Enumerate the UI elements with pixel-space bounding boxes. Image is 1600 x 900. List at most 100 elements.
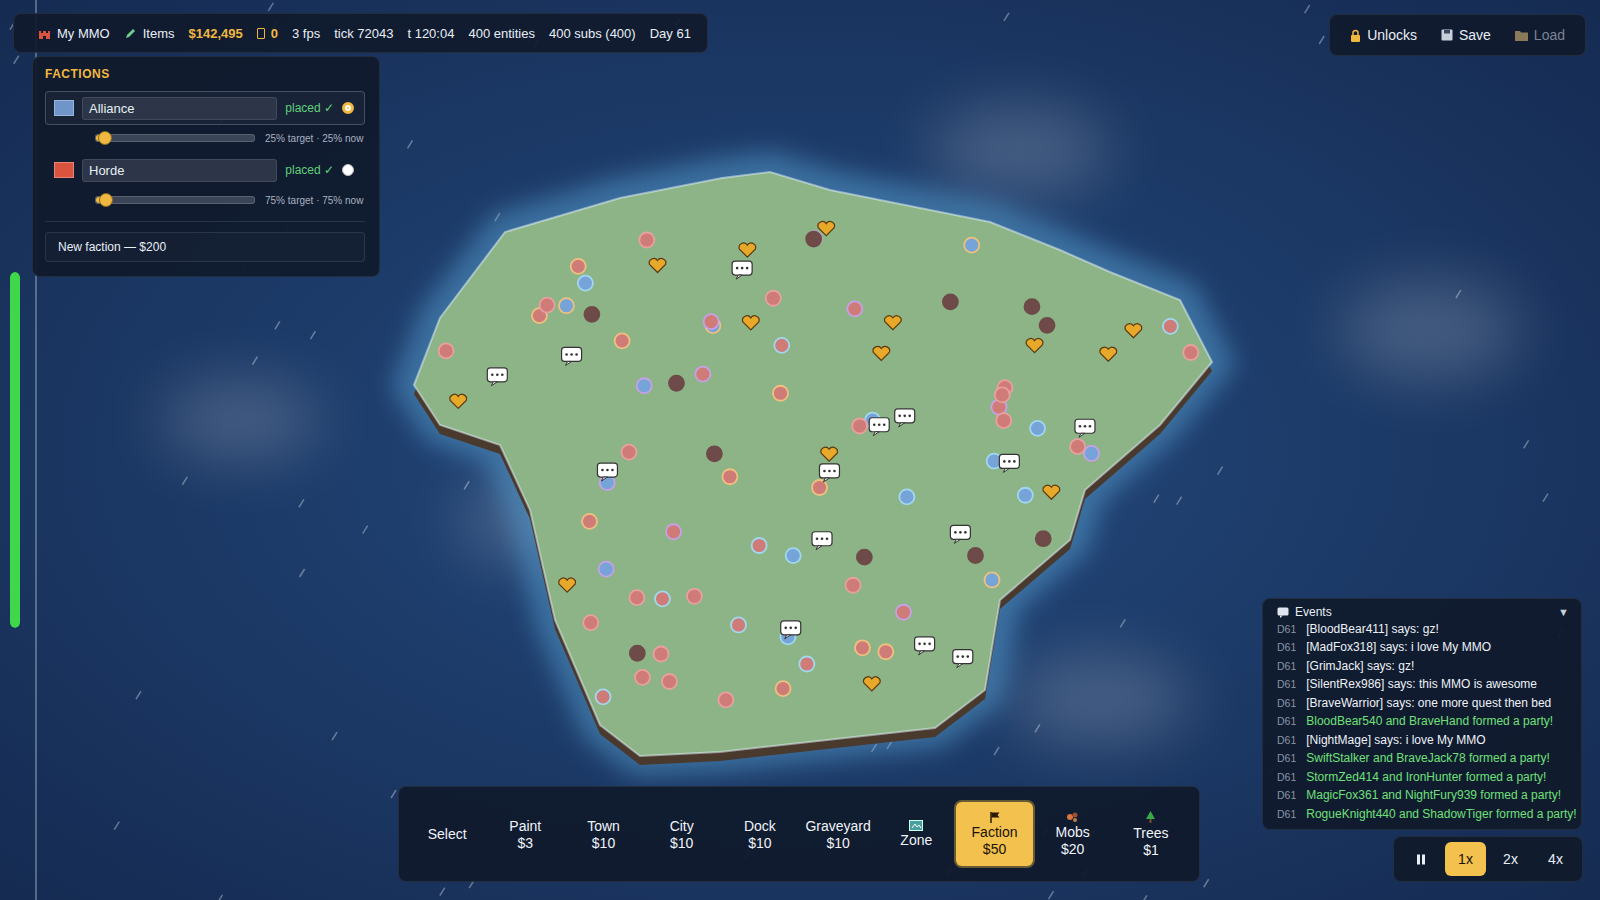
player-marker[interactable] — [964, 238, 979, 253]
player-marker[interactable] — [766, 291, 781, 306]
player-marker[interactable] — [799, 656, 814, 671]
faction-name-field[interactable]: Alliance — [82, 97, 277, 120]
tool-button[interactable]: Zone — [878, 802, 954, 866]
player-marker[interactable] — [571, 259, 586, 274]
player-marker[interactable] — [582, 514, 597, 529]
tool-button[interactable]: Mobs $20 — [1035, 802, 1111, 866]
player-marker[interactable] — [896, 605, 911, 620]
tool-button[interactable]: Faction $50 — [956, 802, 1032, 866]
player-marker[interactable] — [878, 644, 893, 659]
faction-slider[interactable] — [95, 196, 255, 204]
action-button[interactable]: Load — [1505, 21, 1575, 49]
player-marker[interactable] — [615, 333, 630, 348]
chat-bubble-icon — [950, 525, 970, 543]
mobs-icon — [1066, 811, 1079, 823]
action-button[interactable]: Save — [1431, 21, 1501, 49]
player-marker[interactable] — [774, 338, 789, 353]
player-marker[interactable] — [584, 307, 599, 322]
player-marker[interactable] — [773, 386, 788, 401]
player-marker[interactable] — [731, 617, 746, 632]
player-marker[interactable] — [635, 670, 650, 685]
player-marker[interactable] — [695, 367, 710, 382]
tool-button[interactable]: Dock $10 — [722, 802, 798, 866]
collapse-toggle[interactable]: ▼ — [1558, 606, 1569, 618]
speed-button[interactable]: 1x — [1445, 842, 1486, 876]
island[interactable] — [414, 172, 1212, 756]
player-marker[interactable] — [439, 343, 454, 358]
player-marker[interactable] — [806, 232, 821, 247]
player-marker[interactable] — [639, 233, 654, 248]
faction-slider[interactable] — [95, 134, 255, 142]
player-marker[interactable] — [996, 413, 1011, 428]
player-marker[interactable] — [718, 692, 733, 707]
player-marker[interactable] — [812, 480, 827, 495]
player-marker[interactable] — [1183, 345, 1198, 360]
tool-button[interactable]: Trees $1 — [1113, 802, 1189, 866]
player-marker[interactable] — [1084, 446, 1099, 461]
pause-button[interactable] — [1400, 842, 1441, 876]
player-marker[interactable] — [984, 572, 999, 587]
color-swatch[interactable] — [54, 100, 74, 116]
player-marker[interactable] — [1018, 488, 1033, 503]
player-marker[interactable] — [722, 469, 737, 484]
player-marker[interactable] — [583, 615, 598, 630]
player-marker[interactable] — [637, 378, 652, 393]
player-marker[interactable] — [846, 578, 861, 593]
tool-button[interactable]: Paint $3 — [487, 802, 563, 866]
player-marker[interactable] — [776, 681, 791, 696]
player-marker[interactable] — [752, 538, 767, 553]
new-faction-button[interactable]: New faction — $200 — [45, 232, 365, 262]
tool-button[interactable]: Graveyard $10 — [800, 802, 876, 866]
player-marker[interactable] — [629, 590, 644, 605]
player-marker[interactable] — [1030, 421, 1045, 436]
player-marker[interactable] — [630, 646, 645, 661]
faction-row[interactable]: Alliance placed ✓ — [45, 91, 365, 125]
player-marker[interactable] — [599, 562, 614, 577]
player-marker[interactable] — [578, 276, 593, 291]
player-marker[interactable] — [899, 489, 914, 504]
player-marker[interactable] — [786, 548, 801, 563]
player-marker[interactable] — [943, 294, 958, 309]
player-marker[interactable] — [662, 674, 677, 689]
tool-button[interactable]: City $10 — [644, 802, 720, 866]
player-marker[interactable] — [655, 591, 670, 606]
tool-button[interactable]: Town $10 — [565, 802, 641, 866]
player-marker[interactable] — [559, 298, 574, 313]
player-marker[interactable] — [847, 301, 862, 316]
heart-icon — [450, 394, 467, 408]
player-marker[interactable] — [852, 418, 867, 433]
player-marker[interactable] — [596, 689, 611, 704]
faction-radio[interactable] — [342, 164, 354, 176]
player-marker[interactable] — [704, 314, 719, 329]
player-marker[interactable] — [1036, 531, 1051, 546]
player-marker[interactable] — [1024, 299, 1039, 314]
player-marker[interactable] — [666, 524, 681, 539]
player-marker[interactable] — [1163, 319, 1178, 334]
speed-button[interactable]: 4x — [1535, 842, 1576, 876]
player-marker[interactable] — [995, 387, 1010, 402]
tool-button[interactable]: Select — [409, 802, 485, 866]
color-swatch[interactable] — [54, 162, 74, 178]
event-line: D61 [BloodBear411] says: gz! — [1277, 623, 1573, 638]
action-button[interactable]: Unlocks — [1340, 21, 1427, 49]
game-title[interactable]: My MMO — [38, 26, 110, 41]
faction-row[interactable]: Horde placed ✓ — [45, 153, 365, 187]
events-header[interactable]: Events ▼ — [1263, 599, 1581, 623]
player-marker[interactable] — [1070, 439, 1085, 454]
player-marker[interactable] — [687, 589, 702, 604]
player-marker[interactable] — [669, 376, 684, 391]
player-marker[interactable] — [621, 445, 636, 460]
player-marker[interactable] — [857, 550, 872, 565]
player-marker[interactable] — [807, 231, 822, 246]
faction-radio[interactable] — [342, 102, 354, 114]
player-marker[interactable] — [968, 548, 983, 563]
items-button[interactable]: Items — [124, 26, 175, 41]
faction-name-field[interactable]: Horde — [82, 159, 277, 182]
player-marker[interactable] — [707, 446, 722, 461]
player-marker[interactable] — [1040, 318, 1055, 333]
player-marker[interactable] — [540, 298, 555, 313]
player-marker[interactable] — [654, 646, 669, 661]
player-marker[interactable] — [855, 640, 870, 655]
subs-count: 400 subs (400) — [549, 26, 636, 41]
speed-button[interactable]: 2x — [1490, 842, 1531, 876]
